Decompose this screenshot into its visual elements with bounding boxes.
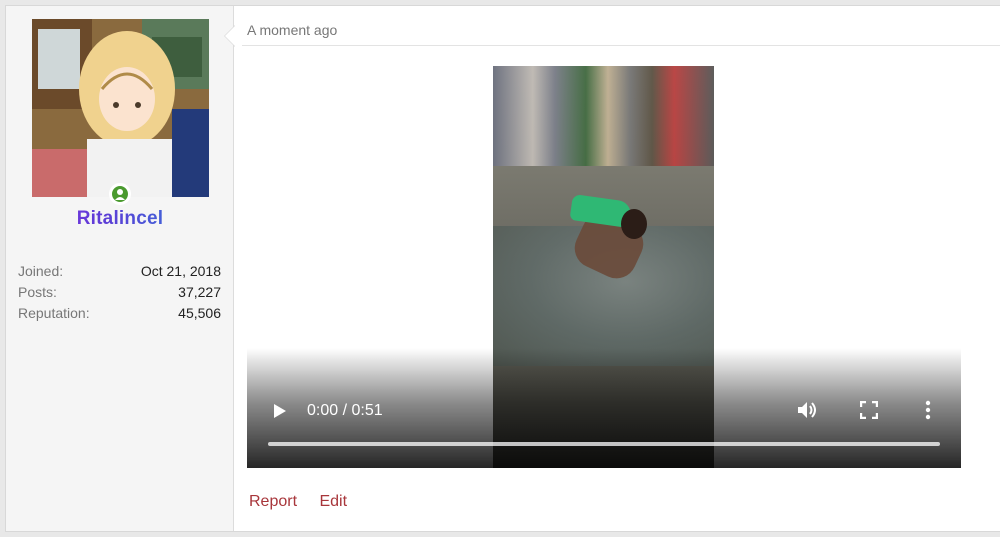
video-crowd xyxy=(493,66,714,166)
stat-joined: Joined: Oct 21, 2018 xyxy=(18,261,221,282)
fullscreen-button[interactable] xyxy=(859,400,879,424)
stat-value: Oct 21, 2018 xyxy=(140,263,221,279)
volume-icon xyxy=(798,402,816,418)
volume-button[interactable] xyxy=(797,400,819,425)
post-timestamp[interactable]: A moment ago xyxy=(247,22,337,38)
stat-label: Reputation: xyxy=(18,305,90,321)
forum-post: Ritalincel Joined: Oct 21, 2018 Posts: 3… xyxy=(5,5,1000,532)
video-progress-bar[interactable] xyxy=(268,442,940,446)
play-button[interactable] xyxy=(272,402,288,420)
play-icon xyxy=(274,404,286,418)
stat-label: Posts: xyxy=(18,284,57,300)
avatar-image xyxy=(32,19,209,197)
stat-posts: Posts: 37,227 xyxy=(18,282,221,303)
video-time-display: 0:00 / 0:51 xyxy=(307,402,383,419)
stat-label: Joined: xyxy=(18,263,64,279)
post-actions: Report Edit xyxy=(249,493,365,511)
edit-link[interactable]: Edit xyxy=(319,493,347,510)
fullscreen-icon xyxy=(859,400,879,420)
post-arrow xyxy=(225,26,235,46)
username[interactable]: Ritalincel xyxy=(6,208,234,230)
stat-value: 45,506 xyxy=(178,305,221,321)
author-stats: Joined: Oct 21, 2018 Posts: 37,227 Reput… xyxy=(18,261,221,324)
post-header-divider xyxy=(242,45,1000,46)
post-author-panel: Ritalincel Joined: Oct 21, 2018 Posts: 3… xyxy=(6,6,234,531)
online-status-icon xyxy=(109,183,131,205)
video-player[interactable]: 0:00 / 0:51 xyxy=(247,66,961,468)
more-vertical-icon xyxy=(925,400,931,420)
report-link[interactable]: Report xyxy=(249,493,297,510)
stat-value: 37,227 xyxy=(178,284,221,300)
avatar[interactable] xyxy=(32,19,209,197)
more-options-button[interactable] xyxy=(925,400,931,425)
video-person-head xyxy=(621,209,647,239)
stat-reputation: Reputation: 45,506 xyxy=(18,303,221,324)
